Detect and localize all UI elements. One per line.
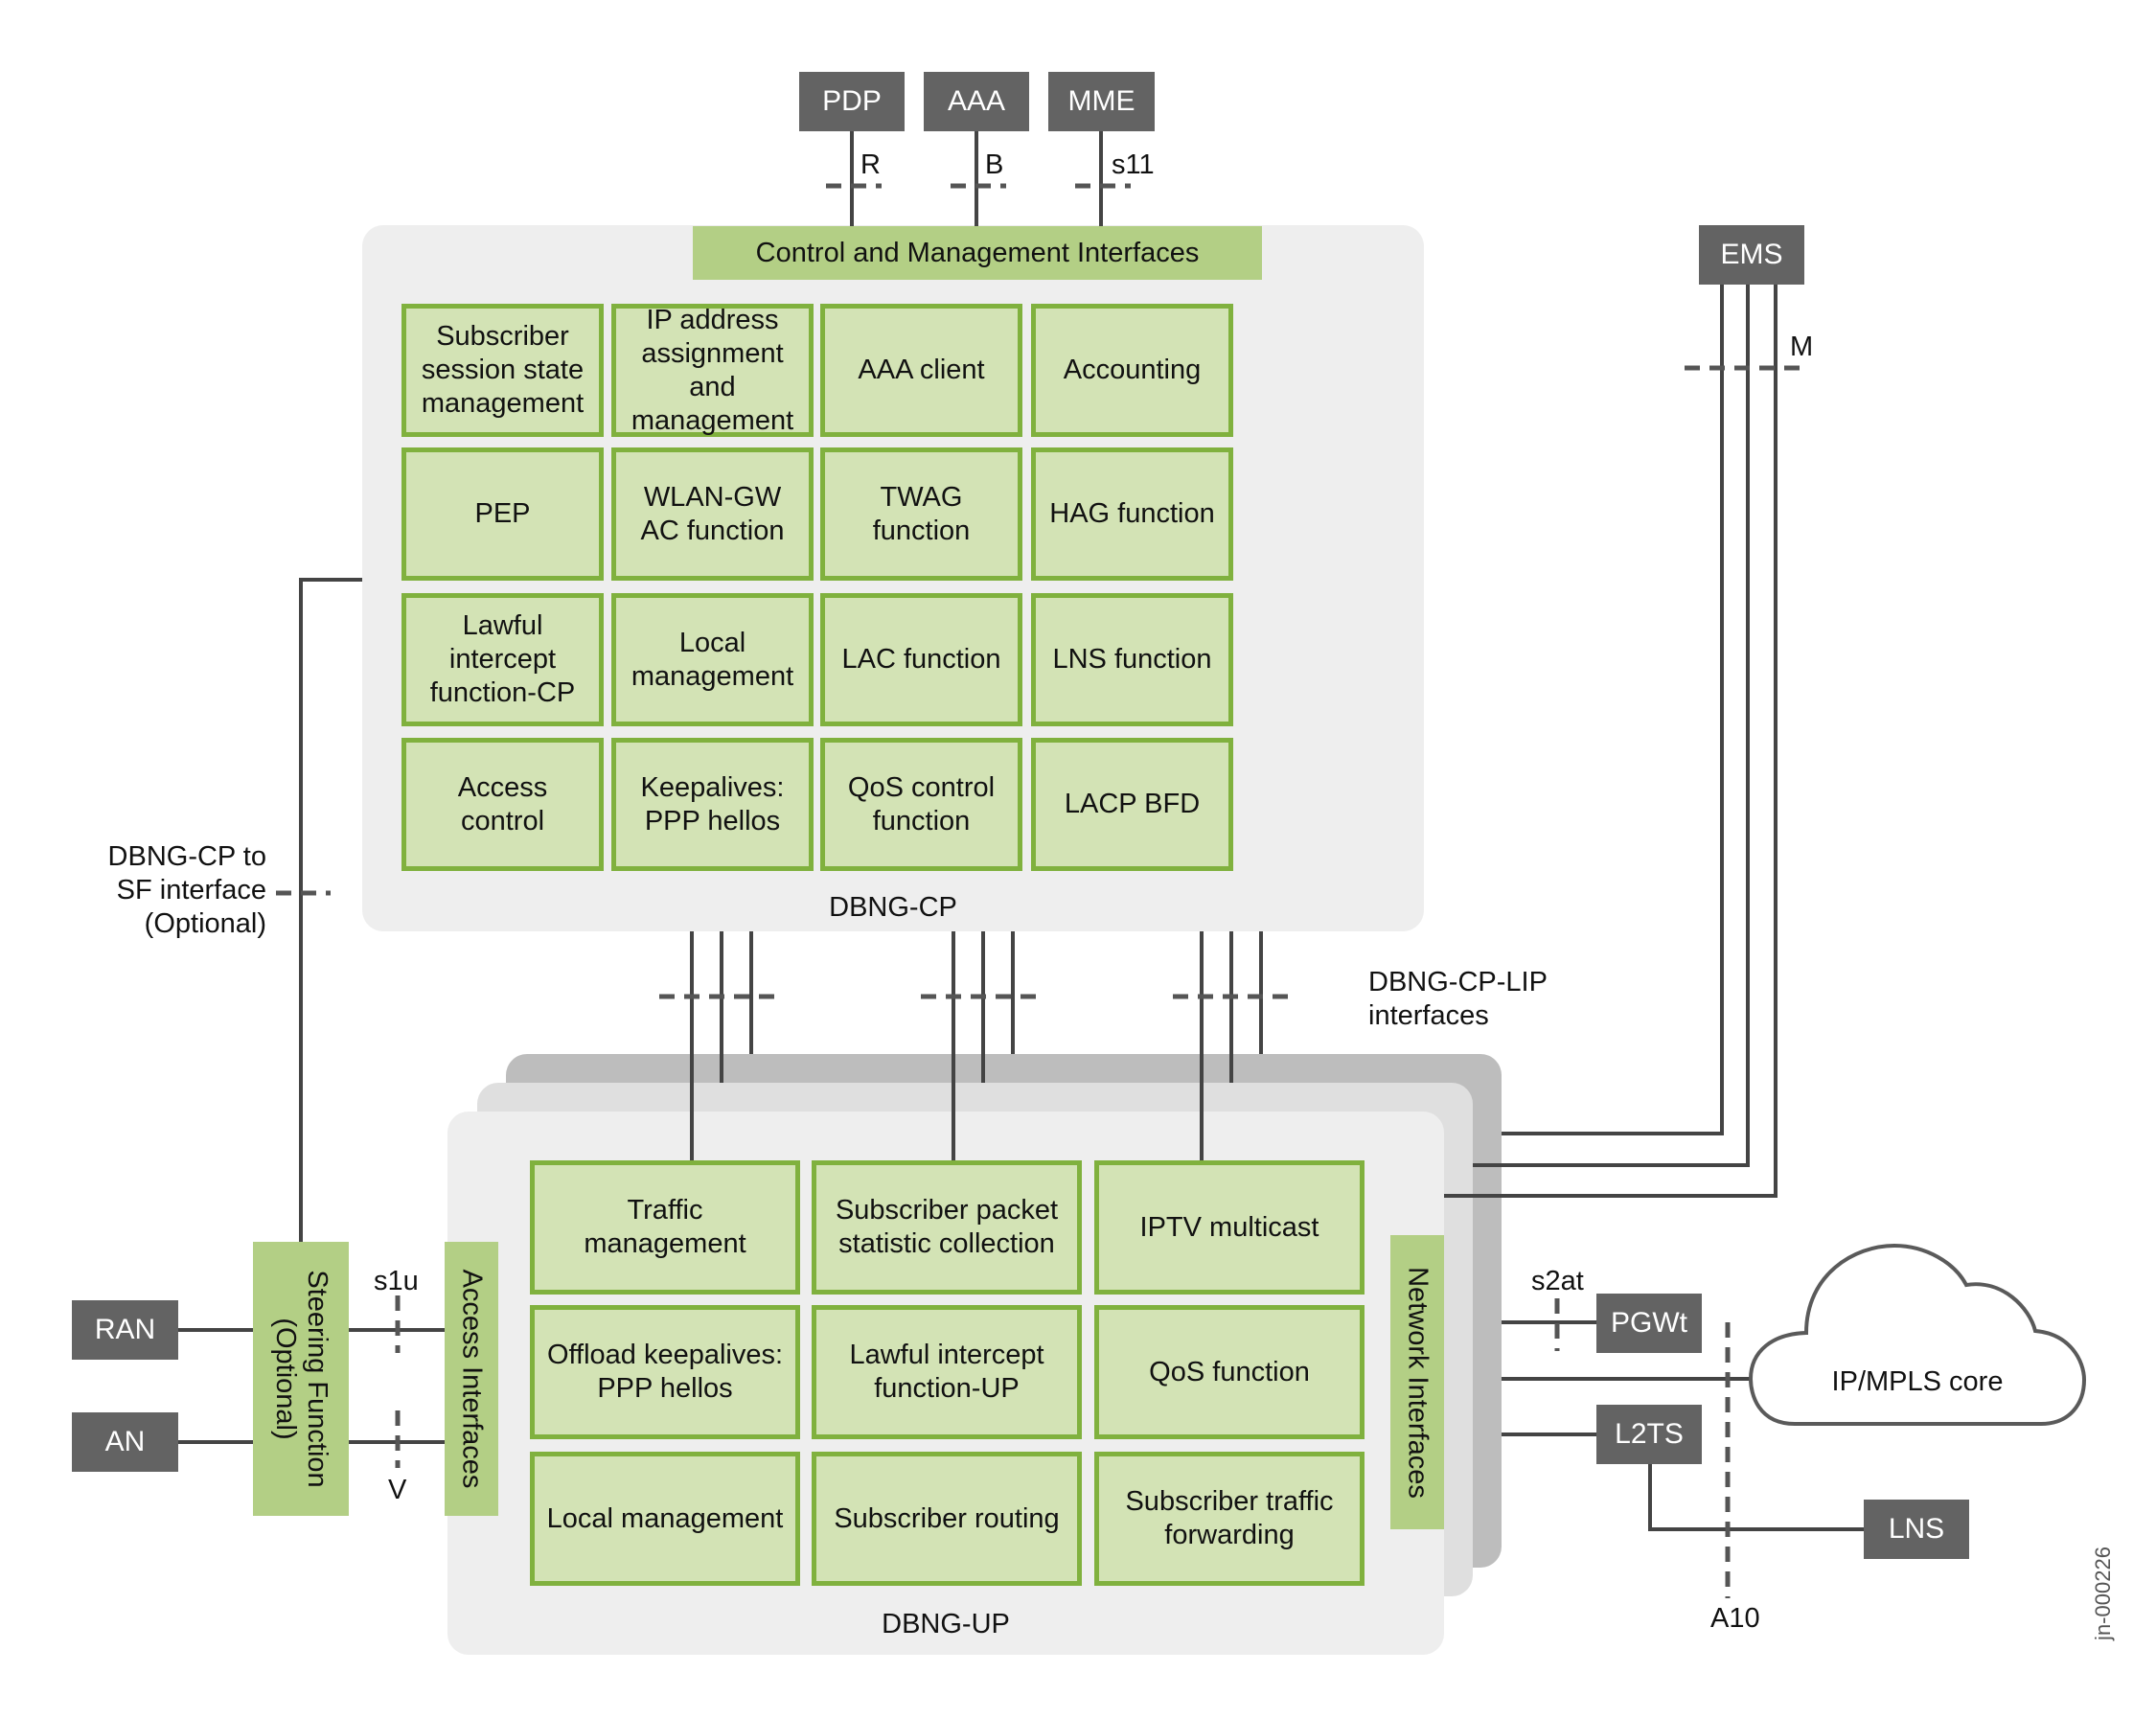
label-s1u: s1u [374, 1266, 419, 1296]
cp-function-box[interactable]: Subscriber session state management [401, 304, 604, 437]
label-cp-to-sf: DBNG-CP to SF interface (Optional) [108, 840, 266, 941]
label-s11: s11 [1112, 149, 1155, 180]
wire-cp-to-sf [299, 578, 362, 1242]
up-function-box[interactable]: Lawful intercept function-UP [812, 1305, 1082, 1439]
l2ts-node[interactable]: L2TS [1596, 1405, 1702, 1464]
label-a10: A10 [1710, 1603, 1760, 1634]
ip-mpls-core-label: IP/MPLS core [1831, 1366, 2004, 1397]
label-m: M [1790, 332, 1814, 362]
steering-function-label: Steering Function (Optional) [269, 1270, 333, 1487]
up-function-box[interactable]: Subscriber traffic forwarding [1094, 1452, 1365, 1586]
ems-node[interactable]: EMS [1699, 225, 1804, 285]
up-function-box[interactable]: IPTV multicast [1094, 1160, 1365, 1295]
figure-id: jn-000226 [2091, 1547, 2115, 1640]
label-cp-to-sf-line3: (Optional) [144, 908, 266, 939]
steering-function-band[interactable]: Steering Function (Optional) [253, 1242, 349, 1516]
pgwt-node[interactable]: PGWt [1596, 1294, 1702, 1353]
label-v: V [388, 1475, 407, 1505]
steering-line1: Steering Function [302, 1270, 333, 1488]
cp-function-box[interactable]: Local management [611, 593, 814, 726]
wire-l2ts-lns [1648, 1464, 1864, 1531]
steering-line2: (Optional) [270, 1318, 301, 1440]
cp-function-box[interactable]: Access control [401, 738, 604, 871]
cp-function-box[interactable]: Lawful intercept function-CP [401, 593, 604, 726]
lns-node[interactable]: LNS [1864, 1500, 1969, 1559]
cp-function-box[interactable]: Accounting [1031, 304, 1233, 437]
wire-ems-3 [1444, 285, 1778, 1198]
pdp-node[interactable]: PDP [799, 72, 905, 131]
up-function-box[interactable]: QoS function [1094, 1305, 1365, 1439]
cp-function-box[interactable]: WLAN-GW AC function [611, 447, 814, 581]
up-function-box[interactable]: Subscriber packet statistic collection [812, 1160, 1082, 1295]
label-cp-lip-line2: interfaces [1368, 1000, 1489, 1031]
cp-function-box[interactable]: AAA client [820, 304, 1022, 437]
label-cp-to-sf-line1: DBNG-CP to [107, 841, 266, 872]
an-node[interactable]: AN [72, 1412, 178, 1472]
wire-ems-2 [1473, 285, 1750, 1167]
up-function-box[interactable]: Local management [530, 1452, 800, 1586]
cp-function-box[interactable]: IP address assignment and management [611, 304, 814, 437]
label-b: B [985, 149, 1004, 180]
network-interfaces-label: Network Interfaces [1402, 1266, 1434, 1499]
label-cp-to-sf-line2: SF interface [116, 875, 266, 905]
cp-function-box[interactable]: Keepalives: PPP hellos [611, 738, 814, 871]
cp-function-box[interactable]: HAG function [1031, 447, 1233, 581]
up-function-box[interactable]: Traffic management [530, 1160, 800, 1295]
access-interfaces-band: Access Interfaces [445, 1242, 498, 1516]
dbng-up-title: DBNG-UP [882, 1609, 1010, 1639]
label-r: R [860, 149, 881, 180]
dbng-cp-title: DBNG-CP [829, 892, 957, 923]
cp-function-box[interactable]: LNS function [1031, 593, 1233, 726]
mme-node[interactable]: MME [1048, 72, 1155, 131]
ran-node[interactable]: RAN [72, 1300, 178, 1360]
up-function-box[interactable]: Subscriber routing [812, 1452, 1082, 1586]
up-function-box[interactable]: Offload keepalives: PPP hellos [530, 1305, 800, 1439]
label-s2at: s2at [1531, 1266, 1584, 1296]
cp-function-box[interactable]: QoS control function [820, 738, 1022, 871]
label-cp-lip: DBNG-CP-LIP interfaces [1368, 966, 1548, 1033]
control-management-interfaces-band: Control and Management Interfaces [693, 226, 1262, 280]
aaa-node[interactable]: AAA [924, 72, 1029, 131]
cp-function-box[interactable]: PEP [401, 447, 604, 581]
cp-function-box[interactable]: LACP BFD [1031, 738, 1233, 871]
access-interfaces-label: Access Interfaces [456, 1269, 488, 1489]
label-cp-lip-line1: DBNG-CP-LIP [1368, 967, 1548, 997]
network-interfaces-band: Network Interfaces [1390, 1235, 1444, 1529]
cp-function-box[interactable]: LAC function [820, 593, 1022, 726]
cp-function-box[interactable]: TWAG function [820, 447, 1022, 581]
